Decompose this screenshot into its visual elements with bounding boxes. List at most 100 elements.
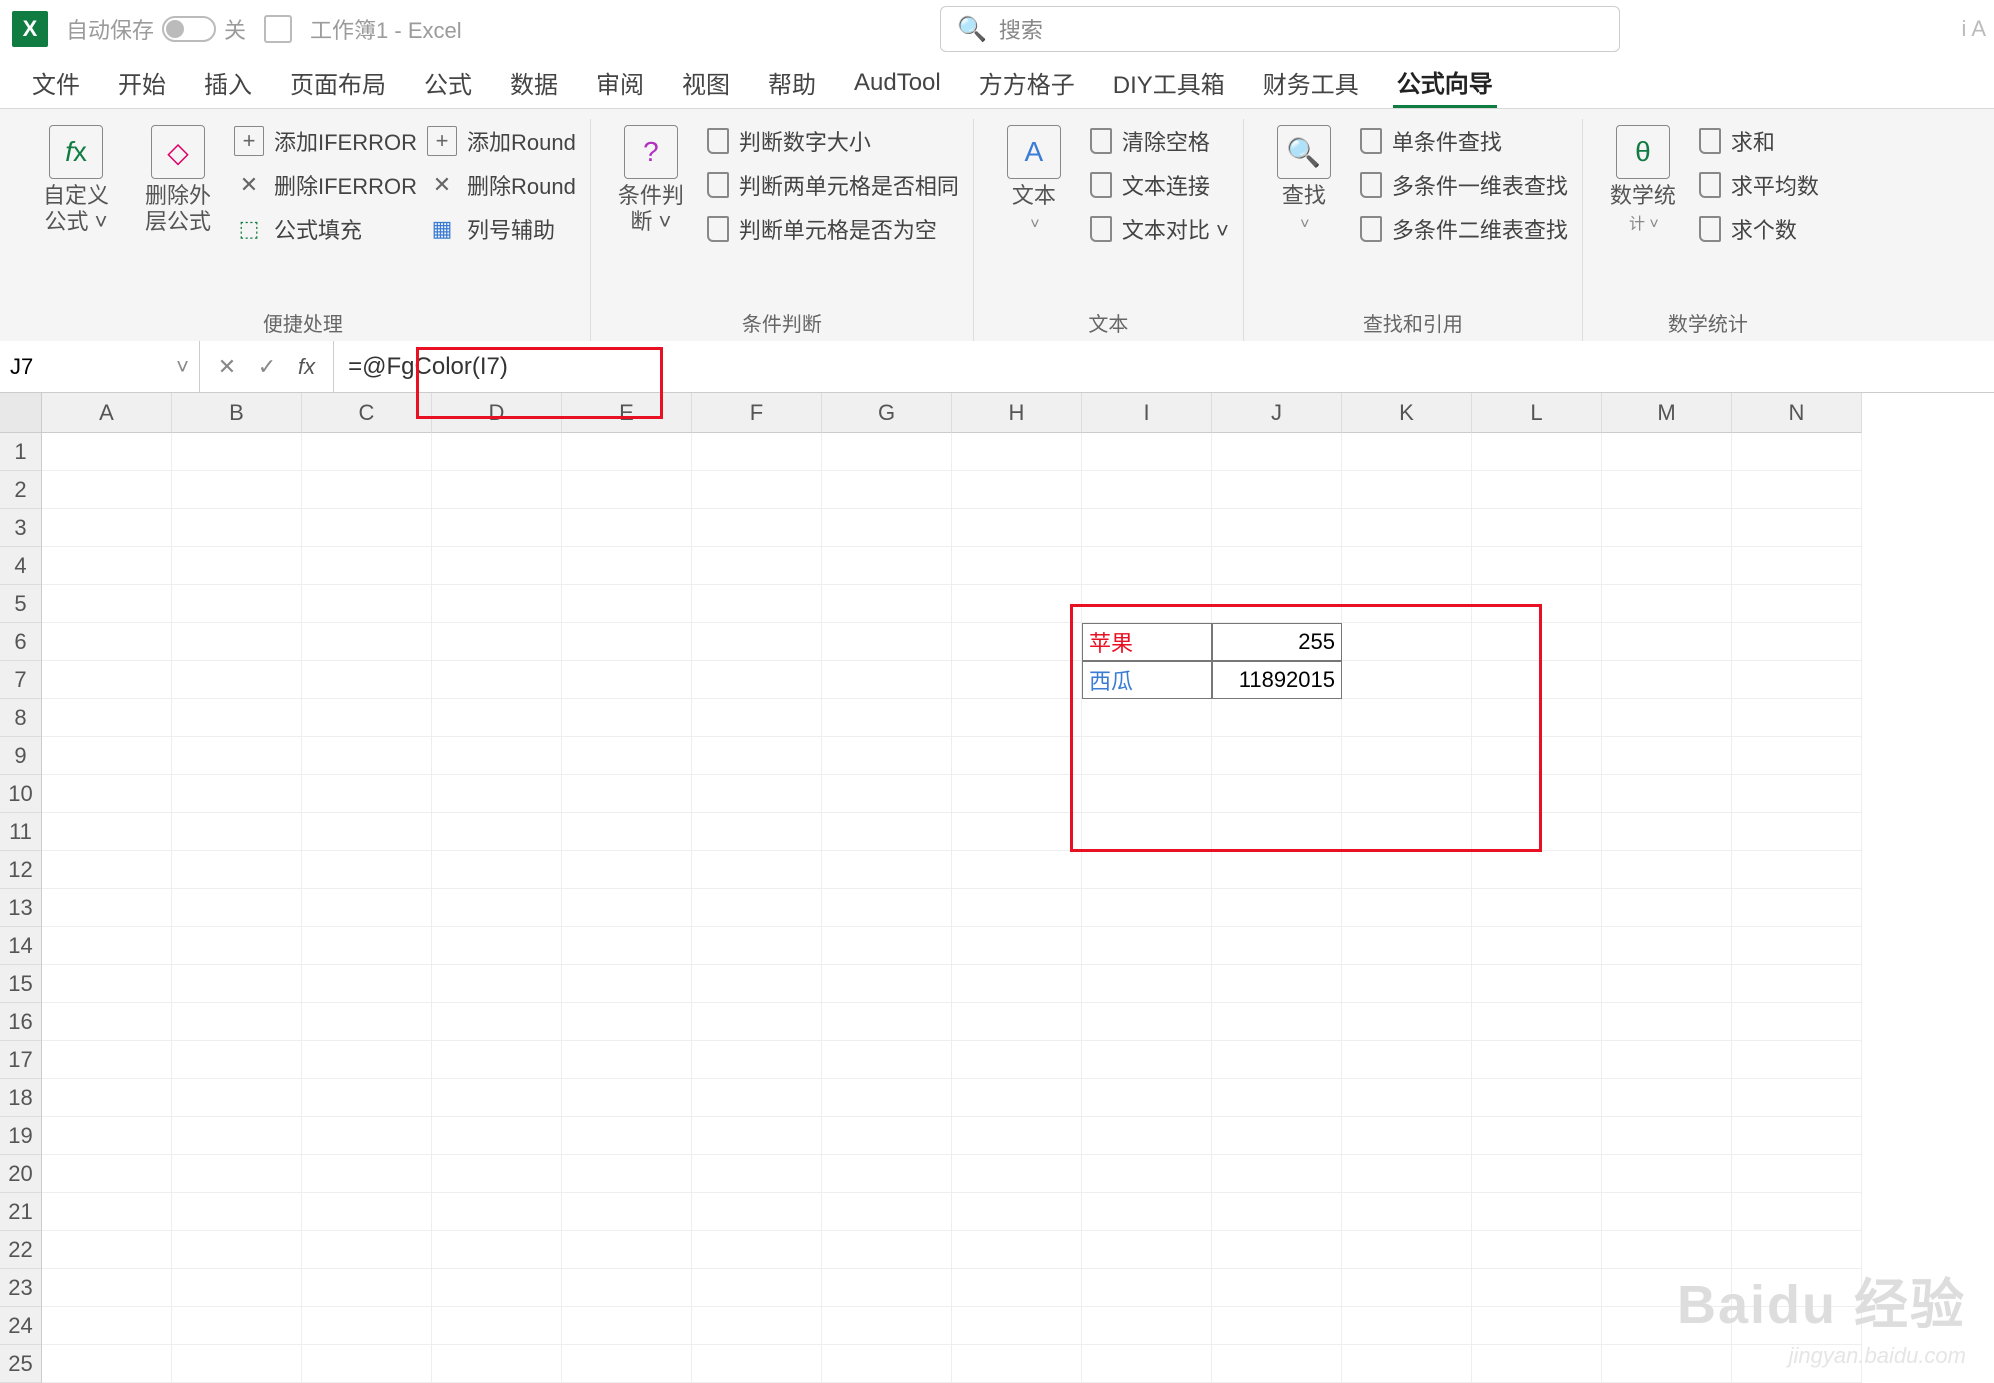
cell-K10[interactable] xyxy=(1342,775,1472,813)
cell-K21[interactable] xyxy=(1342,1193,1472,1231)
cell-H20[interactable] xyxy=(952,1155,1082,1193)
cell-H24[interactable] xyxy=(952,1307,1082,1345)
cell-D1[interactable] xyxy=(432,433,562,471)
cell-M2[interactable] xyxy=(1602,471,1732,509)
cell-I4[interactable] xyxy=(1082,547,1212,585)
cell-H6[interactable] xyxy=(952,623,1082,661)
cell-L9[interactable] xyxy=(1472,737,1602,775)
cell-F19[interactable] xyxy=(692,1117,822,1155)
cell-K22[interactable] xyxy=(1342,1231,1472,1269)
cancel-formula-button[interactable]: ✕ xyxy=(210,350,244,384)
row-header-7[interactable]: 7 xyxy=(0,661,42,699)
row-header-23[interactable]: 23 xyxy=(0,1269,42,1307)
cell-B23[interactable] xyxy=(172,1269,302,1307)
cell-G11[interactable] xyxy=(822,813,952,851)
cell-E2[interactable] xyxy=(562,471,692,509)
cell-K16[interactable] xyxy=(1342,1003,1472,1041)
cell-C16[interactable] xyxy=(302,1003,432,1041)
cell-D13[interactable] xyxy=(432,889,562,927)
row-header-21[interactable]: 21 xyxy=(0,1193,42,1231)
cell-L20[interactable] xyxy=(1472,1155,1602,1193)
cell-D23[interactable] xyxy=(432,1269,562,1307)
sum-button[interactable]: 求和 xyxy=(1699,125,1819,157)
cell-M6[interactable] xyxy=(1602,623,1732,661)
cell-A12[interactable] xyxy=(42,851,172,889)
cell-I2[interactable] xyxy=(1082,471,1212,509)
judge-equal-button[interactable]: 判断两单元格是否相同 xyxy=(707,169,959,201)
cell-D19[interactable] xyxy=(432,1117,562,1155)
cell-E21[interactable] xyxy=(562,1193,692,1231)
cell-E5[interactable] xyxy=(562,585,692,623)
cell-K20[interactable] xyxy=(1342,1155,1472,1193)
cell-L22[interactable] xyxy=(1472,1231,1602,1269)
cell-J8[interactable] xyxy=(1212,699,1342,737)
cell-H22[interactable] xyxy=(952,1231,1082,1269)
tab-财务工具[interactable]: 财务工具 xyxy=(1259,59,1363,106)
cell-H13[interactable] xyxy=(952,889,1082,927)
cell-E15[interactable] xyxy=(562,965,692,1003)
cell-A5[interactable] xyxy=(42,585,172,623)
cell-C18[interactable] xyxy=(302,1079,432,1117)
cell-E24[interactable] xyxy=(562,1307,692,1345)
name-box[interactable]: J7 ˅ xyxy=(0,341,200,392)
cell-J22[interactable] xyxy=(1212,1231,1342,1269)
cell-G14[interactable] xyxy=(822,927,952,965)
row-header-14[interactable]: 14 xyxy=(0,927,42,965)
cell-B10[interactable] xyxy=(172,775,302,813)
cell-N6[interactable] xyxy=(1732,623,1862,661)
cell-A20[interactable] xyxy=(42,1155,172,1193)
cell-F20[interactable] xyxy=(692,1155,822,1193)
row-header-11[interactable]: 11 xyxy=(0,813,42,851)
cell-I24[interactable] xyxy=(1082,1307,1212,1345)
cell-G3[interactable] xyxy=(822,509,952,547)
cell-H2[interactable] xyxy=(952,471,1082,509)
cell-F11[interactable] xyxy=(692,813,822,851)
cell-N5[interactable] xyxy=(1732,585,1862,623)
cell-H8[interactable] xyxy=(952,699,1082,737)
cell-L23[interactable] xyxy=(1472,1269,1602,1307)
cell-K12[interactable] xyxy=(1342,851,1472,889)
cell-D10[interactable] xyxy=(432,775,562,813)
cell-K18[interactable] xyxy=(1342,1079,1472,1117)
cell-G4[interactable] xyxy=(822,547,952,585)
cell-H25[interactable] xyxy=(952,1345,1082,1383)
cell-D25[interactable] xyxy=(432,1345,562,1383)
cell-B2[interactable] xyxy=(172,471,302,509)
cell-B7[interactable] xyxy=(172,661,302,699)
column-header-M[interactable]: M xyxy=(1602,393,1732,433)
cell-D3[interactable] xyxy=(432,509,562,547)
cell-F9[interactable] xyxy=(692,737,822,775)
cell-C19[interactable] xyxy=(302,1117,432,1155)
cell-F18[interactable] xyxy=(692,1079,822,1117)
cell-G22[interactable] xyxy=(822,1231,952,1269)
cell-N17[interactable] xyxy=(1732,1041,1862,1079)
cell-L18[interactable] xyxy=(1472,1079,1602,1117)
cell-B14[interactable] xyxy=(172,927,302,965)
tab-审阅[interactable]: 审阅 xyxy=(592,59,648,106)
tab-文件[interactable]: 文件 xyxy=(28,59,84,106)
cell-J25[interactable] xyxy=(1212,1345,1342,1383)
cell-H5[interactable] xyxy=(952,585,1082,623)
cell-H9[interactable] xyxy=(952,737,1082,775)
cell-H19[interactable] xyxy=(952,1117,1082,1155)
cell-N20[interactable] xyxy=(1732,1155,1862,1193)
cell-I10[interactable] xyxy=(1082,775,1212,813)
text-concat-button[interactable]: 文本连接 xyxy=(1090,169,1229,201)
cell-C4[interactable] xyxy=(302,547,432,585)
clear-space-button[interactable]: 清除空格 xyxy=(1090,125,1229,157)
cell-B24[interactable] xyxy=(172,1307,302,1345)
cell-G23[interactable] xyxy=(822,1269,952,1307)
cell-grid[interactable]: 苹果255西瓜11892015 xyxy=(42,433,1862,1383)
cell-F2[interactable] xyxy=(692,471,822,509)
row-header-19[interactable]: 19 xyxy=(0,1117,42,1155)
cell-I12[interactable] xyxy=(1082,851,1212,889)
row-header-8[interactable]: 8 xyxy=(0,699,42,737)
row-header-10[interactable]: 10 xyxy=(0,775,42,813)
cell-J6[interactable]: 255 xyxy=(1212,623,1342,661)
cell-L7[interactable] xyxy=(1472,661,1602,699)
cell-M19[interactable] xyxy=(1602,1117,1732,1155)
cell-D8[interactable] xyxy=(432,699,562,737)
add-round-button[interactable]: +添加Round xyxy=(427,125,576,157)
cell-N14[interactable] xyxy=(1732,927,1862,965)
column-header-A[interactable]: A xyxy=(42,393,172,433)
